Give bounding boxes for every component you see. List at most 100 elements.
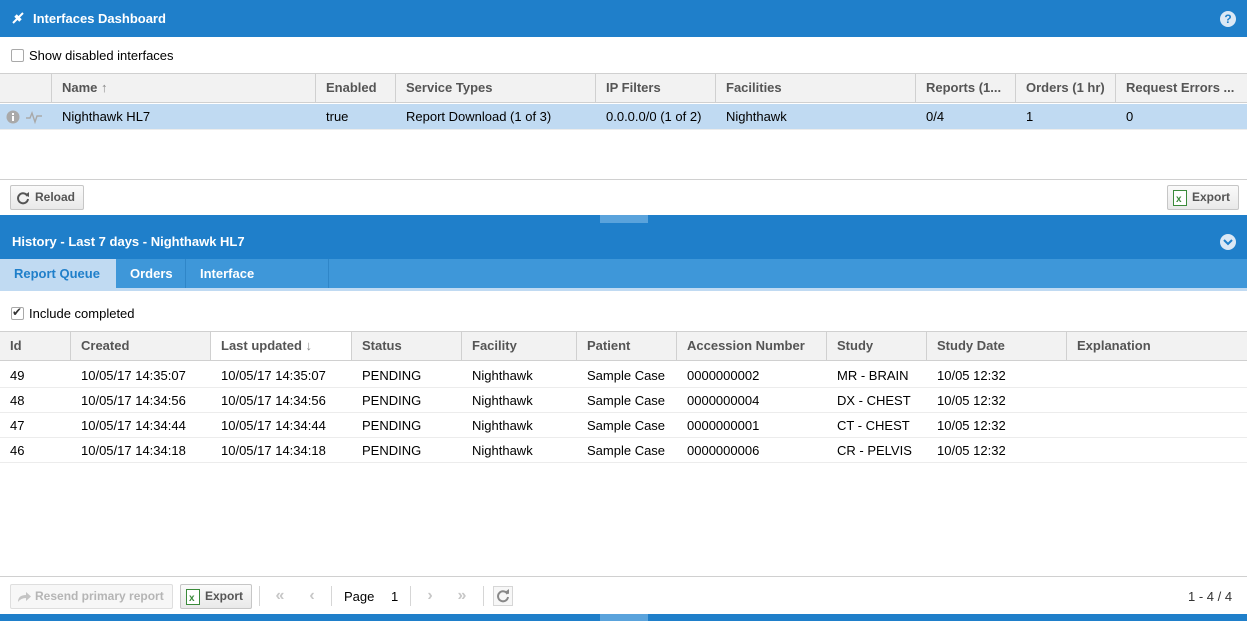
cell-explanation bbox=[1067, 363, 1247, 388]
column-header-status[interactable]: Status bbox=[352, 332, 462, 360]
include-completed-label[interactable]: Include completed bbox=[29, 306, 135, 321]
column-header-facility[interactable]: Facility bbox=[462, 332, 577, 360]
cell-study-date: 10/05 12:32 bbox=[937, 368, 1006, 383]
show-disabled-checkbox[interactable] bbox=[11, 49, 24, 62]
cell-created: 10/05/17 14:35:07 bbox=[81, 368, 186, 383]
cell-id: 49 bbox=[10, 368, 25, 383]
column-header-facilities[interactable]: Facilities bbox=[716, 74, 916, 102]
cell-accession: 0000000001 bbox=[687, 418, 760, 433]
first-page-icon[interactable]: « bbox=[269, 585, 291, 607]
svg-text:x: x bbox=[1176, 194, 1182, 205]
table-row[interactable]: 46 10/05/17 14:34:18 10/05/17 14:34:18 P… bbox=[0, 438, 1247, 463]
column-header-ip-filters[interactable]: IP Filters bbox=[596, 74, 716, 102]
collapse-chevron-icon[interactable] bbox=[1220, 234, 1236, 253]
table-row[interactable]: Nighthawk HL7 true Report Download (1 of… bbox=[0, 104, 1247, 130]
column-header-study-date[interactable]: Study Date bbox=[927, 332, 1067, 360]
cell-accession: 0000000002 bbox=[687, 368, 760, 383]
interface-reports: 0/4 bbox=[926, 109, 945, 124]
interface-ip-filters: 0.0.0.0/0 (1 of 2) bbox=[606, 109, 702, 124]
column-header-enabled[interactable]: Enabled bbox=[316, 74, 396, 102]
cell-study: MR - BRAIN bbox=[837, 368, 909, 383]
cell-last-updated: 10/05/17 14:35:07 bbox=[221, 368, 326, 383]
history-title: History - Last 7 days - Nighthawk HL7 bbox=[12, 234, 245, 249]
cell-study-date: 10/05 12:32 bbox=[937, 418, 1006, 433]
cell-explanation bbox=[1067, 388, 1247, 413]
cell-accession: 0000000004 bbox=[687, 393, 760, 408]
reload-button[interactable]: Reload bbox=[10, 185, 85, 210]
column-header-study[interactable]: Study bbox=[827, 332, 927, 360]
tab-orders[interactable]: Orders bbox=[116, 259, 186, 288]
activity-icon[interactable] bbox=[26, 110, 42, 127]
help-icon[interactable]: ? bbox=[1220, 11, 1236, 27]
tab-report-queue[interactable]: Report Queue bbox=[0, 259, 116, 288]
page-label: Page bbox=[344, 589, 375, 604]
next-page-icon[interactable]: › bbox=[419, 585, 441, 607]
table-row[interactable]: 47 10/05/17 14:34:44 10/05/17 14:34:44 P… bbox=[0, 413, 1247, 438]
bottom-splitter[interactable] bbox=[0, 614, 1247, 621]
table-row[interactable]: 48 10/05/17 14:34:56 10/05/17 14:34:56 P… bbox=[0, 388, 1247, 413]
history-header: History - Last 7 days - Nighthawk HL7 bbox=[0, 223, 1247, 259]
cell-patient: Sample Case bbox=[587, 443, 666, 458]
cell-patient: Sample Case bbox=[587, 418, 666, 433]
splitter-handle[interactable] bbox=[600, 215, 648, 223]
cell-last-updated: 10/05/17 14:34:44 bbox=[221, 418, 326, 433]
column-header-accession-number[interactable]: Accession Number bbox=[677, 332, 827, 360]
previous-page-icon[interactable]: ‹ bbox=[301, 585, 323, 607]
interface-facilities: Nighthawk bbox=[726, 109, 787, 124]
excel-icon: x bbox=[1173, 190, 1187, 214]
paging-range: 1 - 4 / 4 bbox=[1188, 589, 1233, 604]
interface-enabled: true bbox=[326, 109, 349, 124]
toolbar-separator bbox=[483, 586, 484, 606]
export-button[interactable]: x Export bbox=[1167, 185, 1240, 210]
cell-id: 46 bbox=[10, 443, 25, 458]
column-header-name[interactable]: Name ↑ bbox=[52, 74, 316, 102]
export-history-label: Export bbox=[205, 589, 244, 603]
column-header-reports[interactable]: Reports (1... bbox=[916, 74, 1016, 102]
column-header-last-updated[interactable]: Last updated ↓ bbox=[211, 332, 352, 360]
cell-created: 10/05/17 14:34:44 bbox=[81, 418, 186, 433]
info-icon[interactable] bbox=[6, 110, 20, 127]
column-header-explanation[interactable]: Explanation bbox=[1067, 332, 1247, 360]
show-disabled-label[interactable]: Show disabled interfaces bbox=[29, 48, 174, 63]
page-number-input[interactable]: 1 bbox=[391, 589, 398, 604]
sort-ascending-icon: ↑ bbox=[101, 80, 108, 95]
cell-facility: Nighthawk bbox=[472, 368, 533, 383]
cell-last-updated: 10/05/17 14:34:56 bbox=[221, 393, 326, 408]
interface-request-errors: 0 bbox=[1126, 109, 1134, 124]
last-page-icon[interactable]: » bbox=[451, 585, 473, 607]
table-row[interactable]: 49 10/05/17 14:35:07 10/05/17 14:35:07 P… bbox=[0, 363, 1247, 388]
interfaces-dashboard-header: Interfaces Dashboard ? bbox=[0, 0, 1247, 37]
sort-descending-icon: ↓ bbox=[305, 338, 313, 353]
resend-primary-report-button[interactable]: Resend primary report bbox=[10, 584, 173, 609]
forward-arrow-icon bbox=[16, 589, 32, 612]
cell-status: PENDING bbox=[362, 418, 422, 433]
bottom-splitter-handle[interactable] bbox=[600, 614, 648, 621]
excel-icon: x bbox=[186, 589, 200, 613]
column-header-request-errors[interactable]: Request Errors ... bbox=[1116, 74, 1247, 102]
cell-patient: Sample Case bbox=[587, 368, 666, 383]
cell-study: DX - CHEST bbox=[837, 393, 911, 408]
cell-facility: Nighthawk bbox=[472, 418, 533, 433]
column-header-name-label: Name bbox=[62, 80, 98, 95]
toolbar-separator bbox=[259, 586, 260, 606]
panel-splitter[interactable] bbox=[0, 215, 1247, 223]
export-history-button[interactable]: x Export bbox=[180, 584, 253, 609]
cell-created: 10/05/17 14:34:56 bbox=[81, 393, 186, 408]
column-header-created[interactable]: Created bbox=[71, 332, 211, 360]
column-header-last-updated-label: Last updated bbox=[221, 338, 302, 353]
dashboard-title: Interfaces Dashboard bbox=[33, 11, 166, 26]
history-grid-header: Id Created Last updated ↓ Status Facilit… bbox=[0, 331, 1247, 361]
column-header-service-types[interactable]: Service Types bbox=[396, 74, 596, 102]
tab-interface-requests[interactable]: Interface Requests bbox=[186, 259, 329, 310]
column-header-patient[interactable]: Patient bbox=[577, 332, 677, 360]
reload-label: Reload bbox=[35, 190, 76, 204]
interface-orders: 1 bbox=[1026, 109, 1034, 124]
row-icons-column-header bbox=[0, 74, 52, 102]
include-completed-checkbox[interactable] bbox=[11, 305, 24, 320]
refresh-icon[interactable] bbox=[493, 586, 513, 609]
column-header-orders[interactable]: Orders (1 hr) bbox=[1016, 74, 1116, 102]
export-label: Export bbox=[1192, 190, 1231, 204]
column-header-id[interactable]: Id bbox=[0, 332, 71, 360]
cell-status: PENDING bbox=[362, 443, 422, 458]
svg-text:x: x bbox=[189, 593, 195, 604]
